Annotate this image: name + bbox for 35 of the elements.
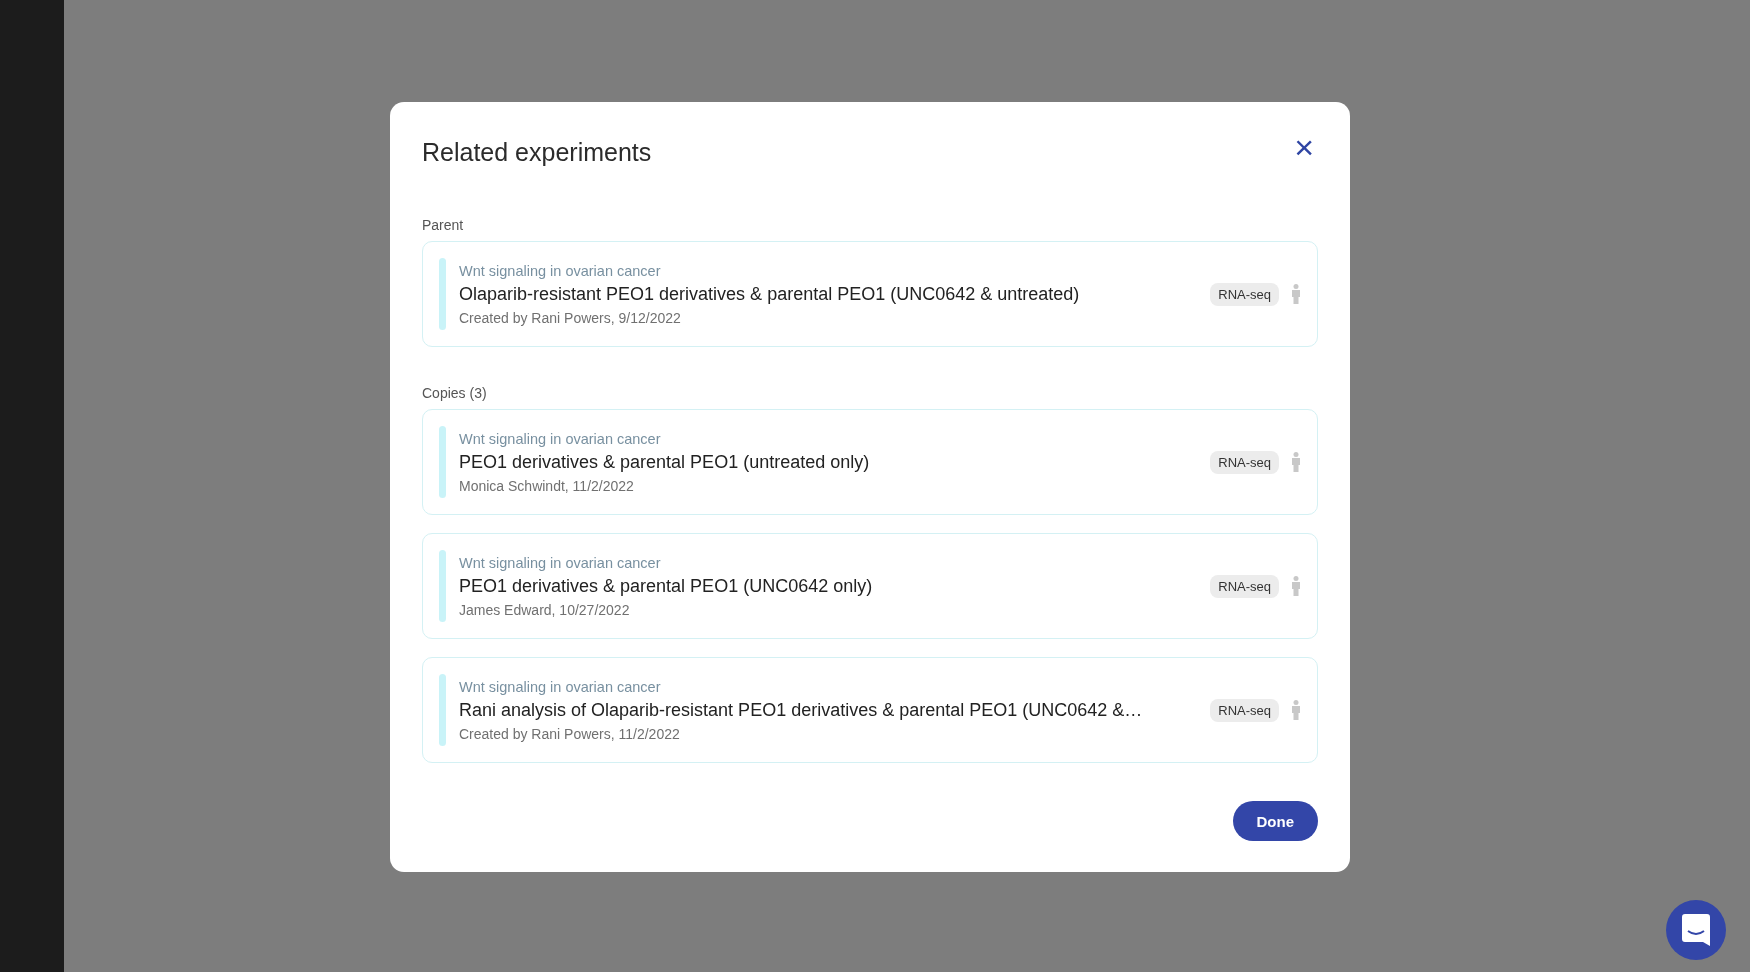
experiment-title: Olaparib-resistant PEO1 derivatives & parental PEO1 (UNC0642 & untreated) bbox=[459, 283, 1081, 305]
accent-bar bbox=[439, 674, 446, 746]
section-label: Parent bbox=[422, 217, 465, 233]
tag-label: RNA-seq bbox=[1210, 698, 1279, 722]
experiment-card[interactable]: Wnt signaling in ovarian cancer PEO1 derivatives & parental PEO1 (untreated only) Monica Schwindt, 11/2/2022 RNA-seq bbox=[422, 409, 1318, 515]
experiment-meta: Created by Rani Powers, 11/2/2022 bbox=[459, 725, 681, 742]
section-label: Copies (3) bbox=[422, 385, 488, 401]
experiment-meta: Created by Rani Powers, 9/12/2022 bbox=[459, 309, 682, 326]
done-button[interactable]: Done bbox=[1232, 801, 1318, 841]
person-icon bbox=[1291, 452, 1301, 472]
experiment-card[interactable]: Wnt signaling in ovarian cancer Rani analysis of Olaparib-resistant PEO1 derivatives & parental PEO1 (UNC0642 &… Created by Rani Powers, 11/2/2022 RNA-seq bbox=[422, 657, 1318, 763]
experiment-title: PEO1 derivatives & parental PEO1 (untreated only) bbox=[459, 451, 871, 473]
project-name: Wnt signaling in ovarian cancer bbox=[459, 262, 662, 279]
tag-label: RNA-seq bbox=[1210, 450, 1279, 474]
experiment-meta: Monica Schwindt, 11/2/2022 bbox=[459, 477, 635, 494]
experiment-meta: James Edward, 10/27/2022 bbox=[459, 601, 631, 618]
chat-button[interactable] bbox=[1666, 900, 1726, 960]
experiment-card[interactable]: Wnt signaling in ovarian cancer Olaparib-resistant PEO1 derivatives & parental PEO1 (UNC0642 & untreated) Created by Rani Powers, 9/12/2022 RNA-seq bbox=[422, 241, 1318, 347]
tag-label: RNA-seq bbox=[1210, 282, 1279, 306]
project-name: Wnt signaling in ovarian cancer bbox=[459, 430, 662, 447]
project-name: Wnt signaling in ovarian cancer bbox=[459, 554, 662, 571]
tag-label: RNA-seq bbox=[1210, 574, 1279, 598]
experiment-card[interactable]: Wnt signaling in ovarian cancer PEO1 derivatives & parental PEO1 (UNC0642 only) James Edward, 10/27/2022 RNA-seq bbox=[422, 533, 1318, 639]
accent-bar bbox=[439, 550, 446, 622]
person-icon bbox=[1291, 700, 1301, 720]
modal-title: Related experiments bbox=[422, 138, 652, 167]
close-button[interactable]: × bbox=[1290, 130, 1318, 164]
accent-bar bbox=[439, 426, 446, 498]
chat-icon bbox=[1682, 914, 1710, 946]
project-name: Wnt signaling in ovarian cancer bbox=[459, 678, 662, 695]
accent-bar bbox=[439, 258, 446, 330]
experiment-title: Rani analysis of Olaparib-resistant PEO1 derivatives & parental PEO1 (UNC0642 &… bbox=[459, 699, 1144, 721]
person-icon bbox=[1291, 284, 1301, 304]
person-icon bbox=[1291, 576, 1301, 596]
experiment-title: PEO1 derivatives & parental PEO1 (UNC0642 only) bbox=[459, 575, 874, 597]
